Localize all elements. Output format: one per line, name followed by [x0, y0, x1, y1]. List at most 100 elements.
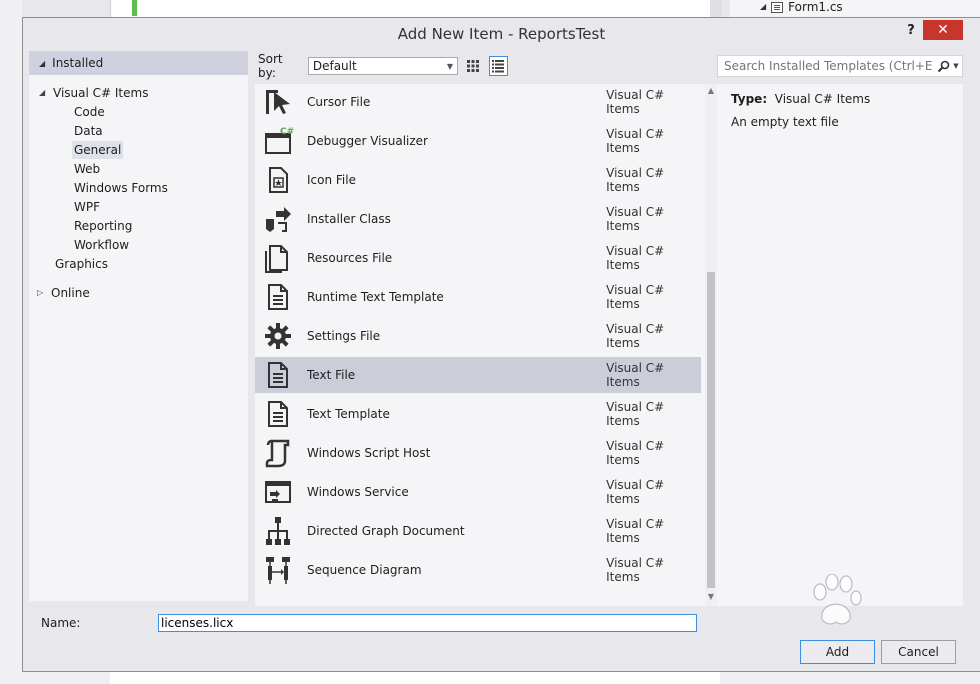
tree-node-label: General: [72, 141, 124, 159]
solution-item-form1[interactable]: ◢ Form1.cs: [760, 0, 843, 14]
template-name: Text File: [307, 368, 356, 382]
ide-change-marker: [132, 0, 137, 16]
template-category: Visual C# Items: [606, 361, 665, 389]
windows-script-host-icon: [262, 437, 294, 469]
tree-node-wpf[interactable]: WPF: [74, 198, 100, 216]
tree-node-data[interactable]: Data: [74, 122, 103, 140]
scroll-up-arrow-icon[interactable]: ▲: [706, 86, 716, 95]
template-row-cursor-file[interactable]: Cursor File Visual C# Items: [255, 84, 701, 120]
add-button[interactable]: Add: [800, 640, 875, 664]
template-category: Visual C# Items: [606, 478, 665, 506]
name-label: Name:: [41, 616, 81, 630]
template-row-icon-file[interactable]: Icon File Visual C# Items: [255, 162, 701, 198]
tree-node-label: Graphics: [55, 257, 108, 271]
template-row-text-template[interactable]: Text Template Visual C# Items: [255, 396, 701, 432]
template-category: Visual C# Items: [606, 439, 665, 467]
collapsed-triangle-icon[interactable]: ▷: [37, 284, 45, 302]
dialog-titlebar[interactable]: Add New Item - ReportsTest ? ✕: [23, 18, 980, 48]
tree-node-visual-csharp[interactable]: ◢ Visual C# Items: [39, 84, 148, 102]
dialog-title: Add New Item - ReportsTest: [397, 25, 606, 43]
template-row-debugger-visualizer[interactable]: C# Debugger Visualizer Visual C# Items: [255, 123, 701, 159]
tree-node-label: Installed: [52, 56, 104, 70]
template-category: Visual C# Items: [606, 556, 665, 584]
tree-node-general[interactable]: General: [72, 141, 124, 159]
expanded-triangle-icon[interactable]: ◢: [39, 59, 45, 68]
solution-item-label: Form1.cs: [788, 0, 843, 14]
tree-node-windows-forms[interactable]: Windows Forms: [74, 179, 168, 197]
tree-node-label: WPF: [74, 200, 101, 214]
list-view-icon: [492, 60, 505, 73]
template-row-settings-file[interactable]: Settings File Visual C# Items: [255, 318, 701, 354]
template-name: Sequence Diagram: [307, 563, 422, 577]
grid-view-icon: [467, 60, 480, 72]
template-name: Directed Graph Document: [307, 524, 465, 538]
template-name: Windows Service: [307, 485, 409, 499]
tree-node-label: Workflow: [74, 238, 130, 252]
dropdown-arrow-icon: ▼: [446, 61, 454, 71]
tree-node-installed[interactable]: ◢ Installed: [29, 51, 248, 75]
template-row-sequence-diagram[interactable]: Sequence Diagram Visual C# Items: [255, 552, 701, 588]
scrollbar-thumb[interactable]: [707, 272, 715, 588]
template-row-directed-graph-document[interactable]: Directed Graph Document Visual C# Items: [255, 513, 701, 549]
text-template-icon: [262, 398, 294, 430]
template-name: Installer Class: [307, 212, 391, 226]
detail-type-label: Type:: [731, 92, 768, 106]
template-category: Visual C# Items: [606, 322, 665, 350]
settings-gear-icon: [262, 320, 294, 352]
tree-node-workflow[interactable]: Workflow: [74, 236, 129, 254]
template-row-windows-script-host[interactable]: Windows Script Host Visual C# Items: [255, 435, 701, 471]
sequence-diagram-icon: [262, 554, 294, 586]
tree-node-label: Windows Forms: [74, 181, 168, 195]
expand-triangle-icon[interactable]: ◢: [760, 0, 766, 14]
form-file-icon: [771, 1, 784, 13]
template-name: Windows Script Host: [307, 446, 431, 460]
template-name: Runtime Text Template: [307, 290, 444, 304]
svg-text:C#: C#: [280, 127, 294, 137]
name-input[interactable]: [158, 614, 697, 632]
template-name: Settings File: [307, 329, 381, 343]
sort-dropdown[interactable]: Default ▼: [307, 57, 459, 75]
add-new-item-dialog: Add New Item - ReportsTest ? ✕ ◢ Install…: [22, 17, 980, 672]
cancel-button[interactable]: Cancel: [881, 640, 956, 664]
search-input[interactable]: [724, 59, 934, 73]
sort-label: Sort by:: [258, 52, 283, 80]
template-row-runtime-text-template[interactable]: Runtime Text Template Visual C# Items: [255, 279, 701, 315]
tree-node-code[interactable]: Code: [74, 103, 105, 121]
template-category-tree: ◢ Installed ◢ Visual C# Items Code Data …: [29, 51, 248, 601]
tree-node-reporting[interactable]: Reporting: [74, 217, 132, 235]
detail-type-value: Visual C# Items: [774, 92, 871, 106]
tree-node-label: Data: [74, 124, 103, 138]
template-row-windows-service[interactable]: Windows Service Visual C# Items: [255, 474, 701, 510]
detail-type: Type: Visual C# Items: [731, 92, 949, 106]
template-list-scrollbar[interactable]: ▲ ▼: [705, 84, 717, 606]
tree-node-web[interactable]: Web: [74, 160, 100, 178]
search-options[interactable]: ▼: [934, 60, 962, 73]
scroll-down-arrow-icon[interactable]: ▼: [706, 592, 716, 601]
expanded-triangle-icon[interactable]: ◢: [39, 84, 47, 102]
list-view-button[interactable]: [488, 56, 508, 76]
template-row-resources-file[interactable]: Resources File Visual C# Items: [255, 240, 701, 276]
directed-graph-icon: [262, 515, 294, 547]
template-row-installer-class[interactable]: Installer Class Visual C# Items: [255, 201, 701, 237]
medium-icons-view-button[interactable]: [464, 56, 483, 76]
template-details-panel: Type: Visual C# Items An empty text file: [717, 84, 963, 606]
template-category: Visual C# Items: [606, 88, 665, 116]
tree-node-label: Web: [74, 162, 101, 176]
close-button[interactable]: ✕: [923, 20, 963, 40]
template-category: Visual C# Items: [606, 517, 665, 545]
template-category: Visual C# Items: [606, 205, 665, 233]
debugger-visualizer-icon: C#: [262, 125, 294, 157]
template-name: Debugger Visualizer: [307, 134, 428, 148]
tree-node-graphics[interactable]: Graphics: [55, 255, 108, 273]
template-row-text-file[interactable]: Text File Visual C# Items: [255, 357, 701, 393]
template-name: Text Template: [307, 407, 390, 421]
template-category: Visual C# Items: [606, 400, 665, 428]
sort-bar: Sort by: Default ▼: [258, 52, 508, 80]
search-icon: [938, 60, 950, 72]
tree-node-label: Reporting: [74, 219, 133, 233]
ide-left-edge: [0, 0, 22, 684]
help-button[interactable]: ?: [903, 23, 919, 39]
template-list: Cursor File Visual C# Items C# Debugger …: [255, 84, 717, 606]
sort-value: Default: [312, 59, 357, 73]
tree-node-online[interactable]: ▷ Online: [37, 284, 90, 302]
